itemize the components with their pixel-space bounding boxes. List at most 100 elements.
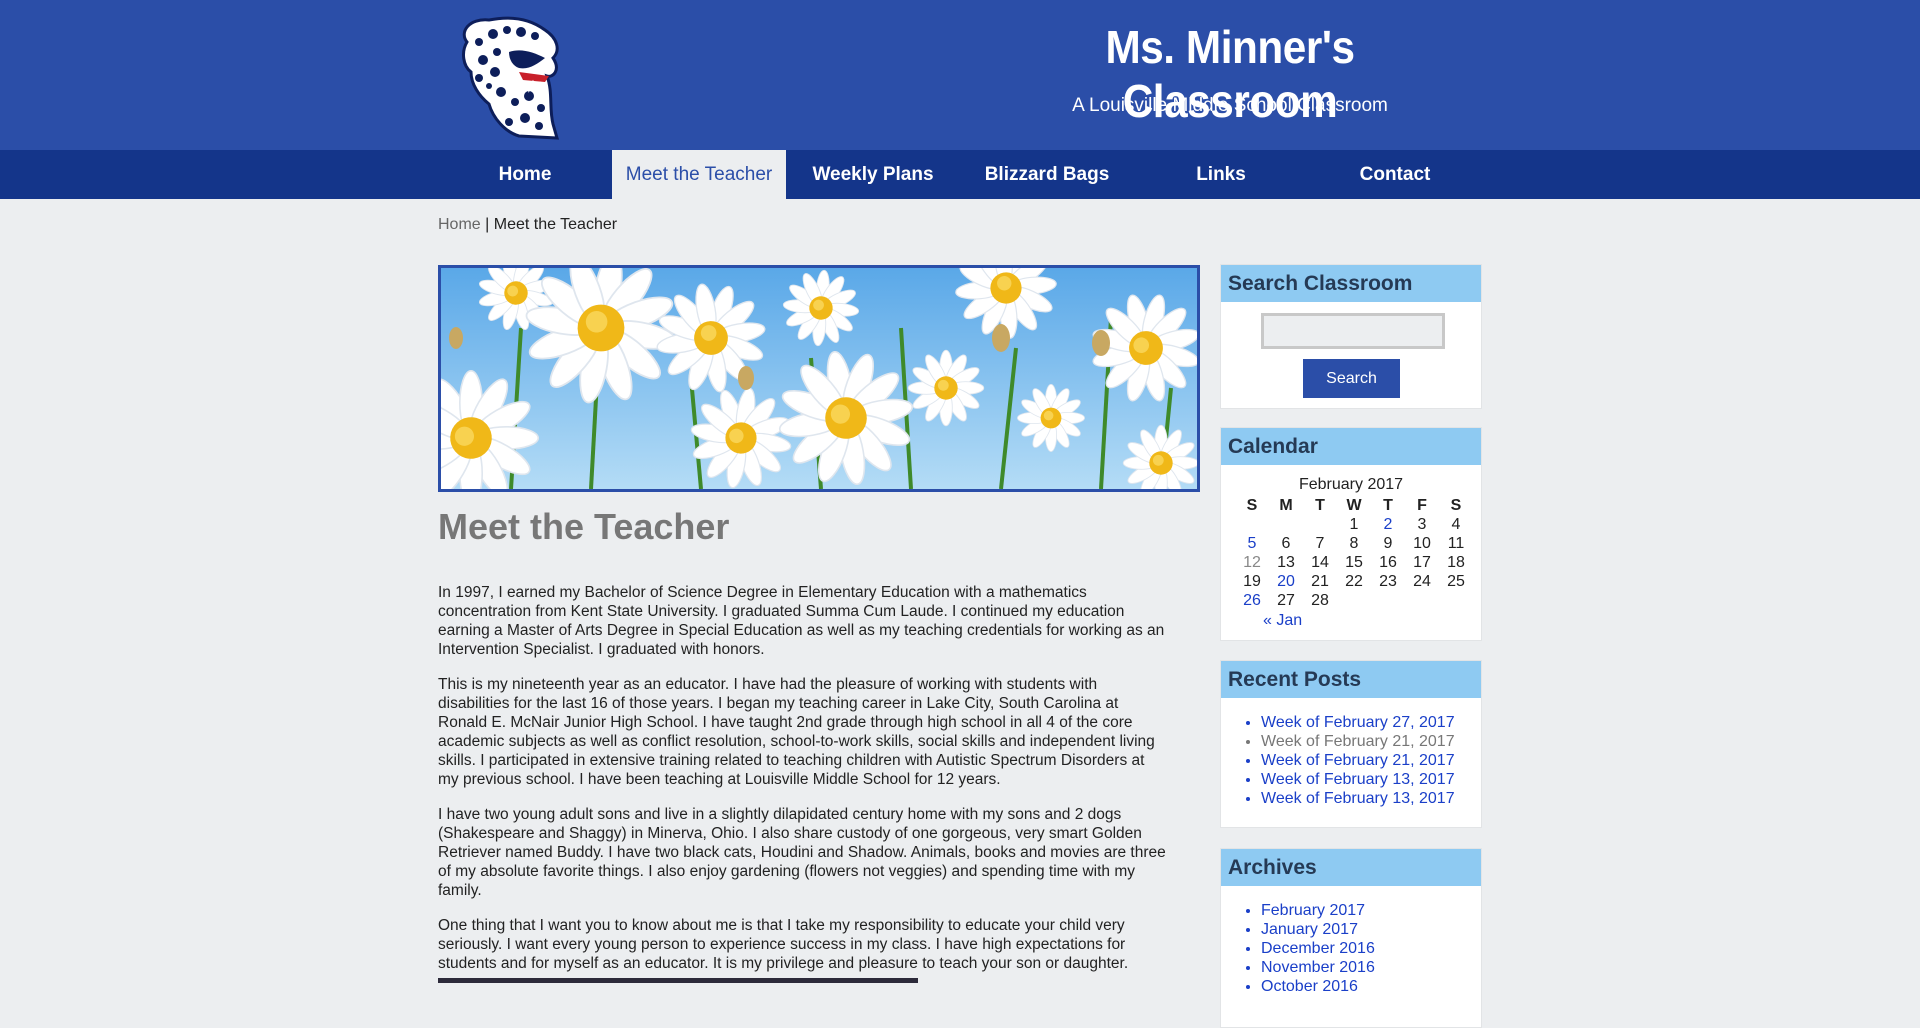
calendar-day: 1 xyxy=(1349,515,1359,533)
breadcrumb: Home | Meet the Teacher xyxy=(438,216,617,234)
archive-link[interactable]: October 2016 xyxy=(1261,978,1358,995)
list-item: Week of February 27, 2017 xyxy=(1261,713,1455,732)
recent-post-link[interactable]: Week of February 13, 2017 xyxy=(1261,790,1455,807)
calendar-day: 13 xyxy=(1277,553,1295,571)
nav-item-links[interactable]: Links xyxy=(1134,150,1308,199)
calendar-day-link[interactable]: 26 xyxy=(1235,591,1269,610)
breadcrumb-current: Meet the Teacher xyxy=(493,216,618,233)
recent-post-link[interactable]: Week of February 27, 2017 xyxy=(1261,714,1455,731)
teacher-photo xyxy=(438,978,918,983)
calendar-week-row: 26 27 28 xyxy=(1235,591,1473,610)
archive-link[interactable]: January 2017 xyxy=(1261,921,1358,938)
nav-item-blizzard-bags[interactable]: Blizzard Bags xyxy=(960,150,1134,199)
widget-title: Archives xyxy=(1221,849,1481,886)
archive-link[interactable]: December 2016 xyxy=(1261,940,1375,957)
list-item: Week of February 21, 2017 xyxy=(1261,751,1455,770)
nav-item-home[interactable]: Home xyxy=(438,150,612,199)
calendar-day: 23 xyxy=(1379,572,1397,590)
calendar-empty-cell xyxy=(1405,591,1439,610)
calendar-table: S M T W T F S 1 2 3 4 5 6 7 8 9 10 11 12 13 14 15 16 17 1… xyxy=(1235,496,1473,610)
calendar-day: 27 xyxy=(1277,591,1295,609)
calendar-day: 22 xyxy=(1345,572,1363,590)
nav-item-weekly-plans[interactable]: Weekly Plans xyxy=(786,150,960,199)
calendar-day: 9 xyxy=(1383,534,1393,552)
calendar-day: 16 xyxy=(1379,553,1397,571)
recent-posts-list: Week of February 27, 2017 Week of Februa… xyxy=(1261,713,1455,808)
calendar-day: 18 xyxy=(1447,553,1465,571)
jaguar-logo-icon[interactable] xyxy=(449,12,575,140)
list-item: Week of February 13, 2017 xyxy=(1261,770,1455,789)
calendar-day: 25 xyxy=(1447,572,1465,590)
weekday-header: T xyxy=(1315,496,1325,514)
calendar-day: 17 xyxy=(1413,553,1431,571)
calendar-empty-cell xyxy=(1337,591,1371,610)
calendar-day: 15 xyxy=(1345,553,1363,571)
nav-item-meet-the-teacher[interactable]: Meet the Teacher xyxy=(612,150,786,199)
calendar-empty-cell xyxy=(1439,591,1473,610)
calendar-day-link[interactable]: 5 xyxy=(1235,534,1269,553)
site-subtitle: A Louisville Middle School Classroom xyxy=(1072,95,1388,116)
weekday-header: S xyxy=(1246,496,1258,514)
recent-post-link[interactable]: Week of February 21, 2017 xyxy=(1261,733,1455,750)
calendar-day: 8 xyxy=(1349,534,1359,552)
calendar-week-row: 19 20 21 22 23 24 25 xyxy=(1235,572,1473,591)
page-content: In 1997, I earned my Bachelor of Science… xyxy=(438,583,1168,989)
nav-item-contact[interactable]: Contact xyxy=(1308,150,1482,199)
calendar-day: 3 xyxy=(1417,515,1427,533)
recent-posts-widget: Recent Posts Week of February 27, 2017 W… xyxy=(1220,660,1482,828)
search-widget: Search Classroom Search xyxy=(1220,264,1482,409)
widget-title: Calendar xyxy=(1221,428,1481,465)
calendar-day: 28 xyxy=(1311,591,1329,609)
recent-post-link[interactable]: Week of February 13, 2017 xyxy=(1261,771,1455,788)
weekday-header: W xyxy=(1346,496,1362,514)
daisy-banner-image xyxy=(438,265,1200,492)
calendar-week-row: 12 13 14 15 16 17 18 xyxy=(1235,553,1473,572)
search-input[interactable] xyxy=(1261,313,1445,349)
bio-paragraph: I have two young adult sons and live in … xyxy=(438,806,1166,899)
weekday-header: S xyxy=(1450,496,1462,514)
calendar-day-link[interactable]: 20 xyxy=(1269,572,1303,591)
list-item: Week of February 13, 2017 xyxy=(1261,789,1455,808)
calendar-week-row: 5 6 7 8 9 10 11 xyxy=(1235,534,1473,553)
calendar-day: 6 xyxy=(1281,534,1291,552)
list-item: November 2016 xyxy=(1261,958,1375,977)
calendar-prev-month-link[interactable]: « Jan xyxy=(1263,612,1302,630)
page-title: Meet the Teacher xyxy=(438,506,730,547)
list-item: December 2016 xyxy=(1261,939,1375,958)
archives-list: February 2017 January 2017 December 2016… xyxy=(1261,901,1375,996)
site-header: Ms. Minner's Classroom A Louisville Midd… xyxy=(0,0,1920,150)
calendar-day: 19 xyxy=(1243,572,1261,590)
calendar-widget: Calendar February 2017 S M T W T F S 123… xyxy=(1220,427,1482,641)
list-item: February 2017 xyxy=(1261,901,1375,920)
weekday-header: T xyxy=(1383,496,1393,514)
widget-title: Search Classroom xyxy=(1221,265,1481,302)
widget-title: Recent Posts xyxy=(1221,661,1481,698)
archives-widget: Archives February 2017 January 2017 Dece… xyxy=(1220,848,1482,1028)
bio-paragraph: In 1997, I earned my Bachelor of Science… xyxy=(438,584,1165,658)
list-item: October 2016 xyxy=(1261,977,1375,996)
calendar-empty-cell xyxy=(1235,515,1269,534)
calendar-day: 7 xyxy=(1315,534,1325,552)
calendar-empty-cell xyxy=(1371,591,1405,610)
calendar-caption: February 2017 xyxy=(1298,476,1404,493)
list-item: Week of February 21, 2017 xyxy=(1261,732,1455,751)
calendar-day: 21 xyxy=(1311,572,1329,590)
search-button[interactable]: Search xyxy=(1303,359,1400,398)
calendar-day: 12 xyxy=(1243,553,1261,571)
bio-paragraph: One thing that I want you to know about … xyxy=(438,917,1129,972)
bio-paragraph: This is my nineteenth year as an educato… xyxy=(438,676,1155,788)
calendar-day-link[interactable]: 2 xyxy=(1371,515,1405,534)
weekday-header: M xyxy=(1279,496,1293,514)
calendar-day: 10 xyxy=(1413,534,1431,552)
calendar-week-row: 123 4 xyxy=(1235,515,1473,534)
archive-link[interactable]: February 2017 xyxy=(1261,902,1365,919)
main-nav: Home Meet the Teacher Weekly Plans Blizz… xyxy=(438,150,1482,199)
breadcrumb-separator: | xyxy=(480,216,494,233)
calendar-empty-cell xyxy=(1269,515,1303,534)
recent-post-link[interactable]: Week of February 21, 2017 xyxy=(1261,752,1455,769)
breadcrumb-home-link[interactable]: Home xyxy=(438,216,481,233)
weekday-header: F xyxy=(1417,496,1427,514)
calendar-day: 14 xyxy=(1311,553,1329,571)
calendar-empty-cell xyxy=(1303,515,1337,534)
archive-link[interactable]: November 2016 xyxy=(1261,959,1375,976)
